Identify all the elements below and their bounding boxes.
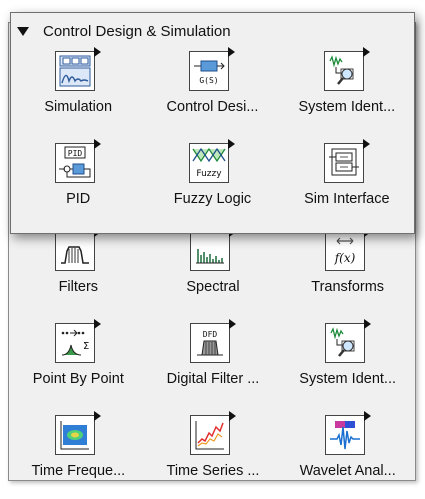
digital-filter-icon-text: DFD <box>203 330 218 339</box>
palette-item-pid[interactable]: PID PID <box>11 135 145 227</box>
control-design-grid: Simulation G(S) Control Desi... System I… <box>11 43 414 227</box>
control-design-icon-text: G(S) <box>200 76 219 85</box>
palette-item-point-by-point[interactable]: Σ Point By Point <box>11 315 146 407</box>
palette-item-transforms[interactable]: f(x) Transforms <box>280 223 415 315</box>
control-design-icon: G(S) <box>189 47 236 93</box>
palette-item-label: Point By Point <box>32 371 124 387</box>
fuzzy-logic-icon: Fuzzy <box>189 139 236 185</box>
palette-item-label: Time Series ... <box>166 463 260 479</box>
palette-item-wavelet-analysis[interactable]: Wavelet Anal... <box>280 407 415 499</box>
system-identification-icon <box>323 47 370 93</box>
palette-item-control-design[interactable]: G(S) Control Desi... <box>145 43 279 135</box>
palette-item-label: System Ident... <box>298 99 396 115</box>
palette-item-filters[interactable]: Filters <box>11 223 146 315</box>
palette-item-label: Spectral <box>186 279 240 295</box>
palette-header[interactable]: Control Design & Simulation <box>17 21 231 41</box>
pid-icon: PID <box>55 139 102 185</box>
fuzzy-icon-text: Fuzzy <box>197 169 223 179</box>
palette-item-label: Sim Interface <box>304 191 390 207</box>
palette-item-sim-interface[interactable]: Sim Interface <box>280 135 414 227</box>
palette-item-label: Time Freque... <box>31 463 126 479</box>
time-series-icon <box>189 411 236 457</box>
palette-title: Control Design & Simulation <box>43 22 231 40</box>
wavelet-analysis-icon <box>324 411 371 457</box>
palette-item-system-identification[interactable]: System Ident... <box>280 43 414 135</box>
palette-item-label: Digital Filter ... <box>166 371 260 387</box>
palette-item-digital-filter[interactable]: DFD Digital Filter ... <box>146 315 281 407</box>
palette-item-time-frequency[interactable]: Time Freque... <box>11 407 146 499</box>
palette-item-fuzzy-logic[interactable]: Fuzzy Fuzzy Logic <box>145 135 279 227</box>
system-identification-icon <box>324 319 371 365</box>
control-design-simulation-palette: Control Design & Simulation Simulation G… <box>10 12 415 234</box>
point-by-point-icon: Σ <box>55 319 102 365</box>
palette-item-label: Transforms <box>311 279 385 295</box>
digital-filter-icon: DFD <box>189 319 236 365</box>
signal-processing-grid: Filters Spectral f(x) Transforms Σ Point… <box>11 223 415 499</box>
palette-item-label: Control Desi... <box>166 99 259 115</box>
palette-item-simulation[interactable]: Simulation <box>11 43 145 135</box>
collapse-triangle-icon[interactable] <box>17 26 29 36</box>
simulation-icon <box>55 47 102 93</box>
palette-item-label: Fuzzy Logic <box>173 191 252 207</box>
time-frequency-icon <box>55 411 102 457</box>
palette-item-time-series[interactable]: Time Series ... <box>146 407 281 499</box>
palette-item-label: Wavelet Anal... <box>299 463 396 479</box>
palette-item-label: System Ident... <box>299 371 397 387</box>
palette-item-spectral[interactable]: Spectral <box>146 223 281 315</box>
palette-item-system-identification[interactable]: System Ident... <box>280 315 415 407</box>
palette-item-label: Simulation <box>44 99 113 115</box>
svg-text:Σ: Σ <box>83 341 89 352</box>
transforms-icon-text: f(x) <box>333 251 355 265</box>
sim-interface-icon <box>323 139 370 185</box>
palette-item-label: PID <box>66 191 91 207</box>
palette-item-label: Filters <box>58 279 99 295</box>
pid-icon-text: PID <box>68 149 83 158</box>
